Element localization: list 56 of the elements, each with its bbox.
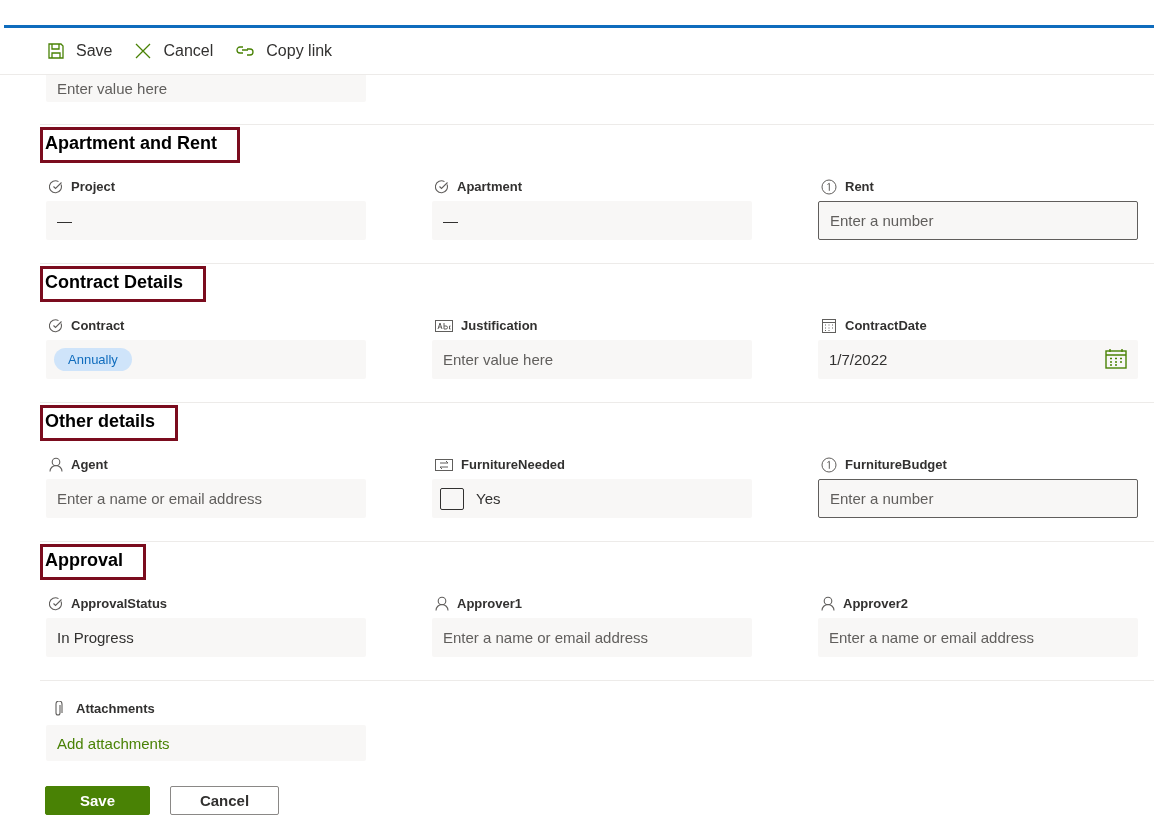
check-circle-icon — [49, 318, 63, 333]
number-icon — [821, 456, 837, 473]
text-field[interactable]: Enter value here — [46, 75, 366, 102]
number-icon — [821, 178, 837, 195]
save-button[interactable]: Save — [45, 786, 150, 815]
section-heading: Contract Details — [40, 266, 207, 302]
person-icon — [821, 596, 835, 611]
add-attachments-button[interactable]: Add attachments — [46, 725, 366, 761]
check-circle-icon — [435, 179, 449, 194]
section-heading: Approval — [40, 544, 146, 580]
field-label: Attachments — [76, 701, 155, 716]
field-label: ApprovalStatus — [71, 596, 168, 611]
paperclip-icon — [53, 700, 63, 717]
text-type-icon — [435, 319, 453, 332]
date-field[interactable]: 1/7/2022 — [818, 340, 1138, 379]
field-label: Agent — [71, 457, 108, 472]
person-field[interactable]: Enter a name or email address — [432, 618, 752, 657]
field-label: Approver1 — [457, 596, 523, 611]
check-circle-icon — [49, 179, 63, 194]
checkbox[interactable] — [440, 487, 464, 510]
cancel-button[interactable]: Cancel — [170, 786, 279, 815]
field-label: ContractDate — [845, 318, 927, 333]
field-label: Apartment — [457, 179, 522, 194]
check-circle-icon — [49, 596, 63, 611]
section-heading: Other details — [40, 405, 179, 441]
calendar-icon — [821, 317, 837, 334]
cancel-button[interactable]: Cancel — [134, 42, 214, 60]
close-icon — [134, 42, 153, 60]
section-heading: Apartment and Rent — [40, 127, 240, 163]
person-field[interactable]: Enter a name or email address — [46, 479, 366, 518]
person-field[interactable]: Enter a name or email address — [818, 618, 1138, 657]
option-label: Yes — [476, 490, 501, 507]
save-icon — [47, 42, 65, 60]
field-label: Justification — [461, 318, 538, 333]
calendar-icon[interactable] — [1105, 349, 1127, 369]
checkbox-field[interactable]: Yes — [432, 479, 752, 518]
link-icon — [235, 43, 256, 59]
field-label: FurnitureBudget — [845, 457, 947, 472]
choice-field[interactable]: Annually — [46, 340, 366, 379]
number-field[interactable]: Enter a number — [818, 201, 1138, 240]
choice-field[interactable]: In Progress — [46, 618, 366, 657]
choice-field[interactable]: — — [432, 201, 752, 240]
copy-link-button[interactable]: Copy link — [235, 42, 333, 60]
field-label: Approver2 — [843, 596, 909, 611]
choice-field[interactable]: — — [46, 201, 366, 240]
person-icon — [49, 457, 63, 472]
save-button[interactable]: Save — [47, 42, 113, 60]
person-icon — [435, 596, 449, 611]
field-label: FurnitureNeeded — [461, 457, 565, 472]
number-field[interactable]: Enter a number — [818, 479, 1138, 518]
field-label: Contract — [71, 318, 125, 333]
text-field[interactable]: Enter value here — [432, 340, 752, 379]
choice-tag: Annually — [54, 348, 132, 371]
field-label: Rent — [845, 179, 874, 194]
field-label: Project — [71, 179, 116, 194]
toggle-icon — [435, 458, 453, 471]
